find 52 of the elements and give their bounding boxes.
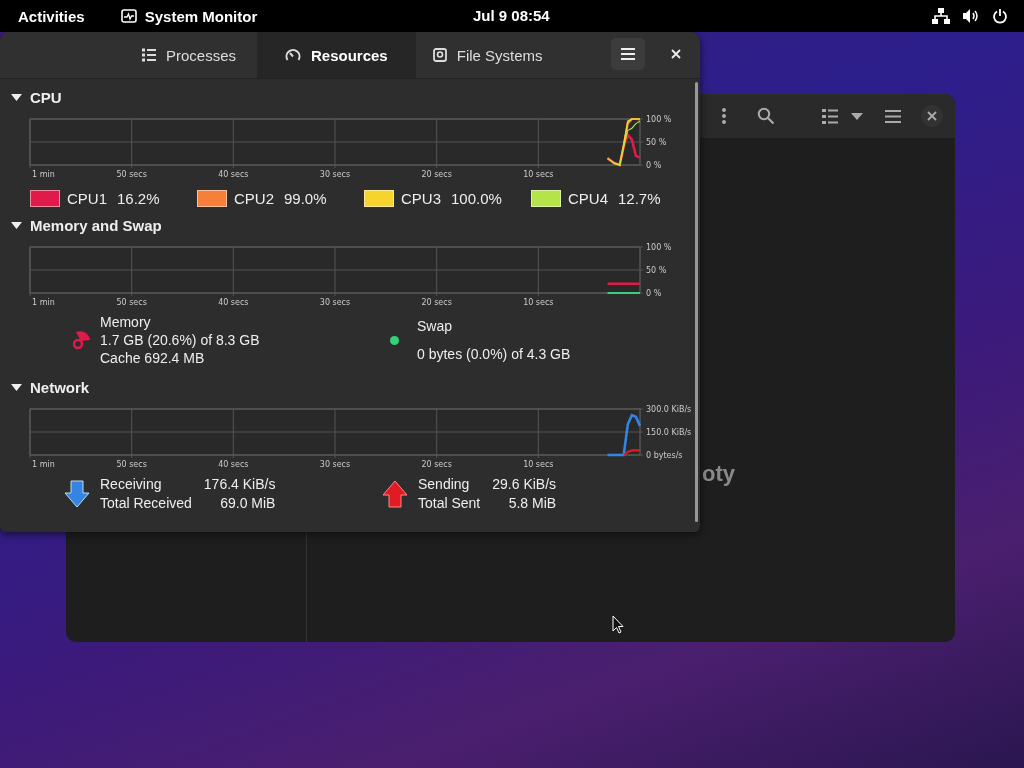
axis-label: 50 % [646,138,667,147]
axis-label: 0 % [646,289,662,298]
axis-label: 0 % [646,161,662,170]
memory-label: Memory [100,313,152,331]
sending-label: Sending [418,475,471,494]
cpu-usage: 12.7% [618,189,661,207]
axis-label: 100 % [646,243,672,252]
axis-label: 20 secs [421,460,452,469]
cpu-name: CPU3 [401,189,441,207]
cpu-usage: 100.0% [451,189,502,207]
total-sent-label: Total Sent [418,494,481,513]
axis-label: 40 secs [218,298,249,307]
axis-label: 30 secs [319,298,351,307]
total-sent-value: 5.8 MiB [507,494,557,513]
cpu-usage: 16.2% [117,189,160,207]
sending-rate: 29.6 KiB/s [492,475,557,494]
axis-label: 50 secs [116,170,147,179]
axis-label: 50 secs [116,298,147,307]
receiving-label: Receiving [100,475,163,494]
axis-label: 10 secs [523,460,554,469]
receiving-rate: 176.4 KiB/s [203,475,276,494]
axis-label: 100 % [646,115,672,124]
axis-label: 1 min [32,298,55,307]
axis-label: 0 bytes/s [646,451,683,460]
section-title: CPU [30,88,62,106]
cpu-name: CPU4 [568,189,608,207]
axis-label: 150.0 KiB/s [646,428,692,437]
swap-label: Swap [417,317,454,335]
axis-label: 30 secs [319,170,351,179]
axis-label: 50 secs [116,460,147,469]
section-title: Memory and Swap [30,216,162,234]
axis-label: 30 secs [319,460,351,469]
axis-label: 1 min [32,460,55,469]
total-received-label: Total Received [100,494,192,513]
axis-label: 20 secs [421,170,452,179]
axis-label: 10 secs [523,298,554,307]
memory-usage: 1.7 GB (20.6%) of 8.3 GB [100,331,260,349]
total-received-value: 69.0 MiB [219,494,276,513]
cpu-usage: 99.0% [284,189,327,207]
axis-label: 300.0 KiB/s [646,405,692,414]
axis-label: 40 secs [218,170,249,179]
axis-label: 40 secs [218,460,249,469]
swap-usage: 0 bytes (0.0%) of 4.3 GB [417,345,571,363]
cpu-name: CPU1 [67,189,107,207]
axis-label: 10 secs [523,170,554,179]
empty-folder-message: oty [702,461,735,487]
memory-cache: Cache 692.4 MB [100,349,206,367]
section-title: Network [30,378,90,396]
axis-label: 50 % [646,266,667,275]
axis-label: 20 secs [421,298,452,307]
cpu-name: CPU2 [234,189,274,207]
axis-label: 1 min [32,170,55,179]
